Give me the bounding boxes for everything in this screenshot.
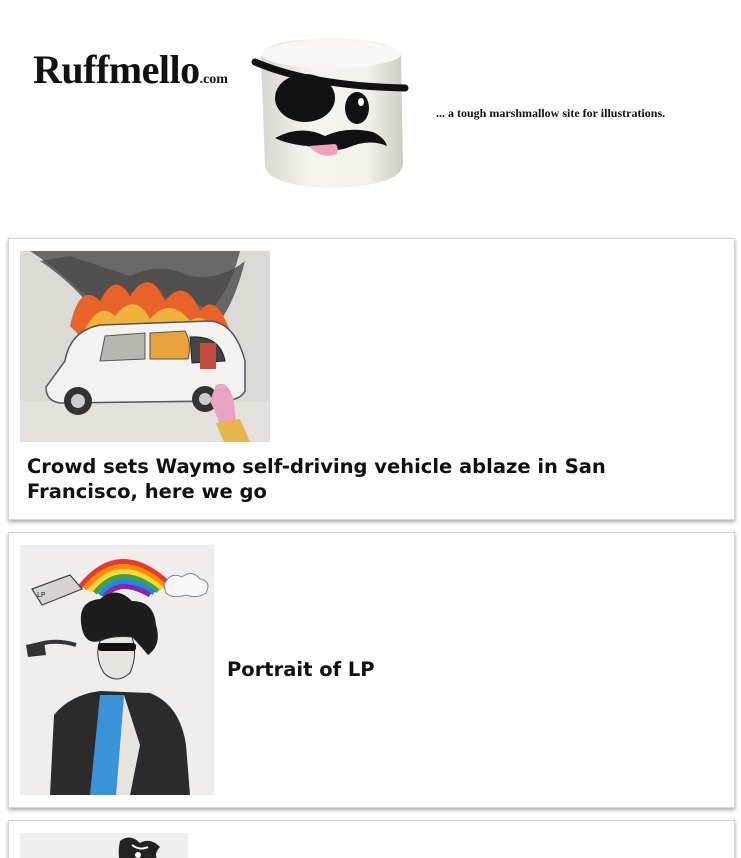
post-card: Crowd sets Waymo self-driving vehicle ab… <box>8 238 735 520</box>
post-card <box>8 820 735 858</box>
post-card: LP Portrait of LP <box>8 532 735 808</box>
logo-domain: .com <box>199 72 228 87</box>
post-thumbnail[interactable] <box>20 833 188 858</box>
site-tagline: ... a tough marshmallow site for illustr… <box>436 106 666 120</box>
svg-text:LP: LP <box>37 591 45 599</box>
marshmallow-mascot-image <box>251 34 411 192</box>
site-header: Ruffmello.com ... a tough marshmallow si… <box>0 0 741 230</box>
post-thumbnail[interactable]: LP <box>20 545 214 795</box>
logo-text: Ruffmello <box>33 47 200 92</box>
post-title-link[interactable]: Crowd sets Waymo self-driving vehicle ab… <box>27 454 667 504</box>
post-thumbnail[interactable] <box>20 251 270 442</box>
site-logo[interactable]: Ruffmello.com <box>33 46 228 93</box>
post-title-link[interactable]: Portrait of LP <box>227 657 707 682</box>
